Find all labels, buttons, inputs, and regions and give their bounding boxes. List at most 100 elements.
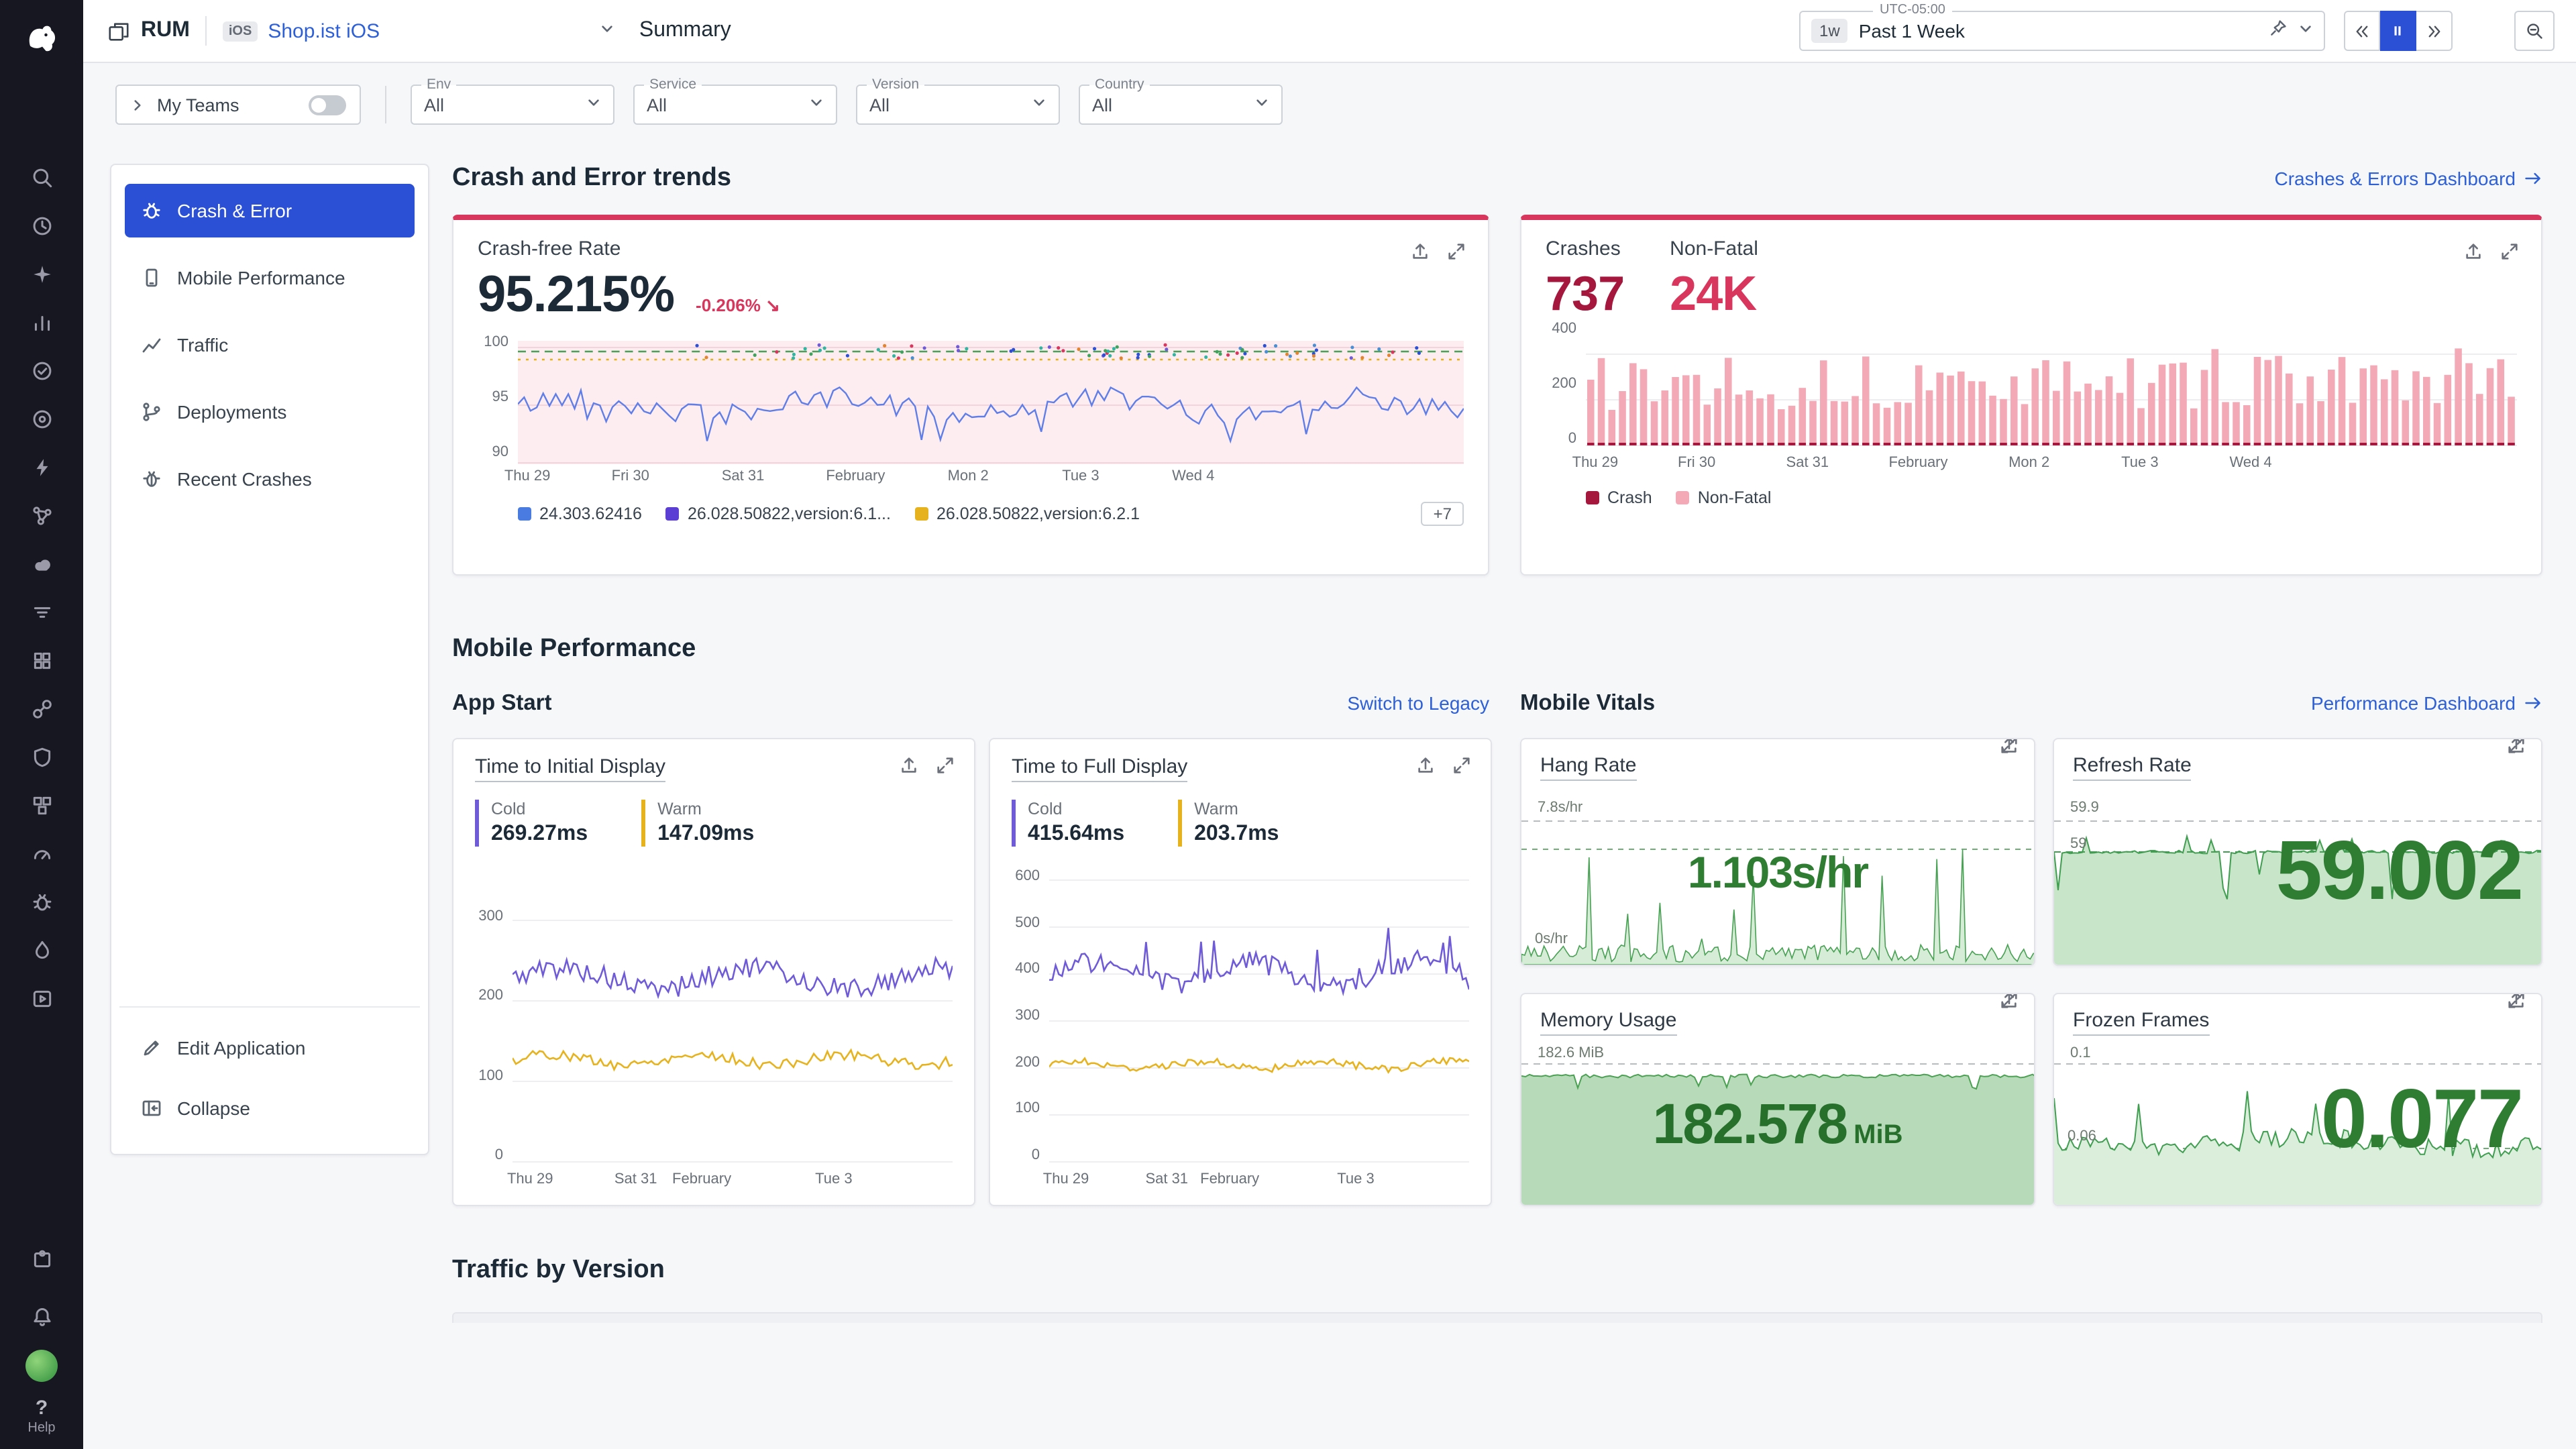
export-icon[interactable]	[2463, 241, 2483, 268]
user-avatar[interactable]	[25, 1350, 58, 1382]
legend-overflow-chip[interactable]: +7	[1421, 502, 1464, 526]
time-range-picker[interactable]: UTC-05:00 1w Past 1 Week	[1799, 11, 2325, 51]
expand-icon[interactable]	[935, 755, 955, 782]
extensions-icon[interactable]	[15, 1234, 68, 1283]
sidenav-item-deployments[interactable]: Deployments	[125, 385, 415, 439]
sidenav-item-crash-error[interactable]: Crash & Error	[125, 184, 415, 237]
logs-icon[interactable]	[15, 588, 68, 636]
integrations-icon[interactable]	[15, 684, 68, 733]
export-icon[interactable]	[1415, 755, 1436, 782]
edit-application-label: Edit Application	[177, 1037, 305, 1059]
search-icon[interactable]	[15, 153, 68, 201]
service-filter[interactable]: Service All	[633, 85, 837, 125]
warm-start-stat: Warm 147.09ms	[641, 800, 754, 847]
profiling-flame-icon[interactable]	[15, 926, 68, 974]
security-icon[interactable]	[15, 733, 68, 781]
containers-icon[interactable]	[15, 781, 68, 829]
session-replay-icon[interactable]	[15, 974, 68, 1022]
cold-start-stat: Cold 415.64ms	[1012, 800, 1124, 847]
datadog-logo[interactable]	[16, 13, 67, 64]
max-value-label: 0.1	[2070, 1045, 2091, 1061]
chart-legend: 24.303.62416 26.028.50822,version:6.1...…	[518, 502, 1464, 526]
edit-application-button[interactable]: Edit Application	[125, 1021, 415, 1075]
version-filter-label: Version	[867, 76, 924, 93]
crashes-bar-chart[interactable]	[1586, 327, 2517, 451]
legend-item[interactable]: 26.028.50822,version:6.1...	[666, 504, 891, 523]
dashboards-icon[interactable]	[15, 636, 68, 684]
env-filter[interactable]: Env All	[411, 85, 614, 125]
infrastructure-cloud-icon[interactable]	[15, 539, 68, 588]
copilot-sparkle-icon[interactable]	[15, 250, 68, 298]
chevron-down-icon	[1254, 93, 1269, 117]
phone-icon	[141, 267, 162, 288]
expand-icon[interactable]	[1452, 755, 1472, 782]
monitors-icon[interactable]	[15, 346, 68, 394]
switch-to-legacy-link[interactable]: Switch to Legacy	[1347, 692, 1489, 714]
events-icon[interactable]	[15, 443, 68, 491]
usage-gauge-icon[interactable]	[15, 829, 68, 877]
card-title: Time to Full Display	[1012, 755, 1187, 782]
time-range-chip: 1w	[1811, 19, 1848, 43]
legend-item[interactable]: 26.028.50822,version:6.2.1	[915, 504, 1140, 523]
chevron-down-icon[interactable]	[2298, 19, 2313, 43]
ttid-chart[interactable]	[513, 915, 953, 1167]
bug-icon	[141, 468, 162, 490]
performance-dashboard-link[interactable]: Performance Dashboard	[2311, 692, 2542, 714]
mid-value-label: 59	[2070, 836, 2087, 852]
zoom-out-button[interactable]	[2514, 11, 2555, 51]
export-icon[interactable]	[899, 755, 919, 782]
sidenav-label: Deployments	[177, 401, 286, 423]
service-filter-label: Service	[644, 76, 702, 93]
country-filter[interactable]: Country All	[1079, 85, 1283, 125]
legend-item[interactable]: Non-Fatal	[1676, 488, 1772, 507]
ttfd-chart[interactable]	[1049, 875, 1469, 1167]
y-axis: 4002000	[1546, 327, 1586, 451]
chevron-down-icon	[586, 93, 601, 117]
chevron-down-icon	[600, 19, 615, 43]
warm-start-stat: Warm 203.7ms	[1178, 800, 1279, 847]
my-teams-toggle[interactable]	[309, 95, 346, 115]
pause-live-button[interactable]	[2380, 11, 2416, 51]
error-tracking-bug-icon[interactable]	[15, 877, 68, 926]
crash-free-rate-chart[interactable]	[518, 341, 1464, 464]
legend-item[interactable]: Crash	[1586, 488, 1652, 507]
apm-icon[interactable]	[15, 491, 68, 539]
help-button[interactable]: ? Help	[28, 1397, 55, 1436]
page-title: Summary	[639, 19, 731, 43]
collapse-button[interactable]: Collapse	[125, 1081, 415, 1135]
crashes-value: 737	[1546, 266, 1624, 322]
time-back-button[interactable]	[2344, 11, 2380, 51]
my-teams-filter[interactable]: My Teams	[115, 85, 361, 125]
time-forward-button[interactable]	[2416, 11, 2453, 51]
global-nav-rail: ? Help	[0, 0, 83, 1449]
expand-icon[interactable]	[2500, 241, 2520, 268]
kpi-title: Crashes	[1546, 237, 1624, 260]
section-title: Crash and Error trends	[452, 164, 731, 193]
legend-item[interactable]: 24.303.62416	[518, 504, 642, 523]
sidenav-item-mobile-performance[interactable]: Mobile Performance	[125, 251, 415, 305]
version-filter[interactable]: Version All	[856, 85, 1060, 125]
card-title: Frozen Frames	[2073, 1009, 2209, 1036]
sidenav-item-traffic[interactable]: Traffic	[125, 318, 415, 372]
rail-bottom: ? Help	[15, 1234, 68, 1436]
timezone-label: UTC-05:00	[1873, 3, 1952, 17]
crashes-errors-dashboard-link[interactable]: Crashes & Errors Dashboard	[2275, 168, 2543, 189]
application-switcher[interactable]: iOS Shop.ist iOS	[223, 19, 615, 43]
country-filter-label: Country	[1089, 76, 1150, 93]
metrics-icon[interactable]	[15, 298, 68, 346]
frozen-frames-card: Frozen Frames 0.1 0.06 0.077	[2053, 993, 2542, 1206]
time-to-initial-display-card: Time to Initial Display Cold 269.27ms Wa…	[452, 738, 975, 1206]
chart-legend: Crash Non-Fatal	[1586, 488, 2517, 507]
traffic-section: Traffic by Version	[452, 1256, 2542, 1323]
export-icon[interactable]	[1410, 241, 1430, 268]
sidenav-item-recent-crashes[interactable]: Recent Crashes	[125, 452, 415, 506]
kpi-title: Crash-free Rate	[478, 237, 1464, 260]
expand-icon[interactable]	[1446, 241, 1466, 268]
service-map-icon[interactable]	[15, 394, 68, 443]
notifications-bell-icon[interactable]	[15, 1292, 68, 1340]
chevron-down-icon	[1032, 93, 1046, 117]
product-home[interactable]: RUM	[107, 19, 190, 43]
pin-icon[interactable]	[2269, 18, 2288, 44]
mobile-performance-section: Mobile Performance App Start Switch to L…	[452, 635, 2542, 1206]
history-icon[interactable]	[15, 201, 68, 250]
